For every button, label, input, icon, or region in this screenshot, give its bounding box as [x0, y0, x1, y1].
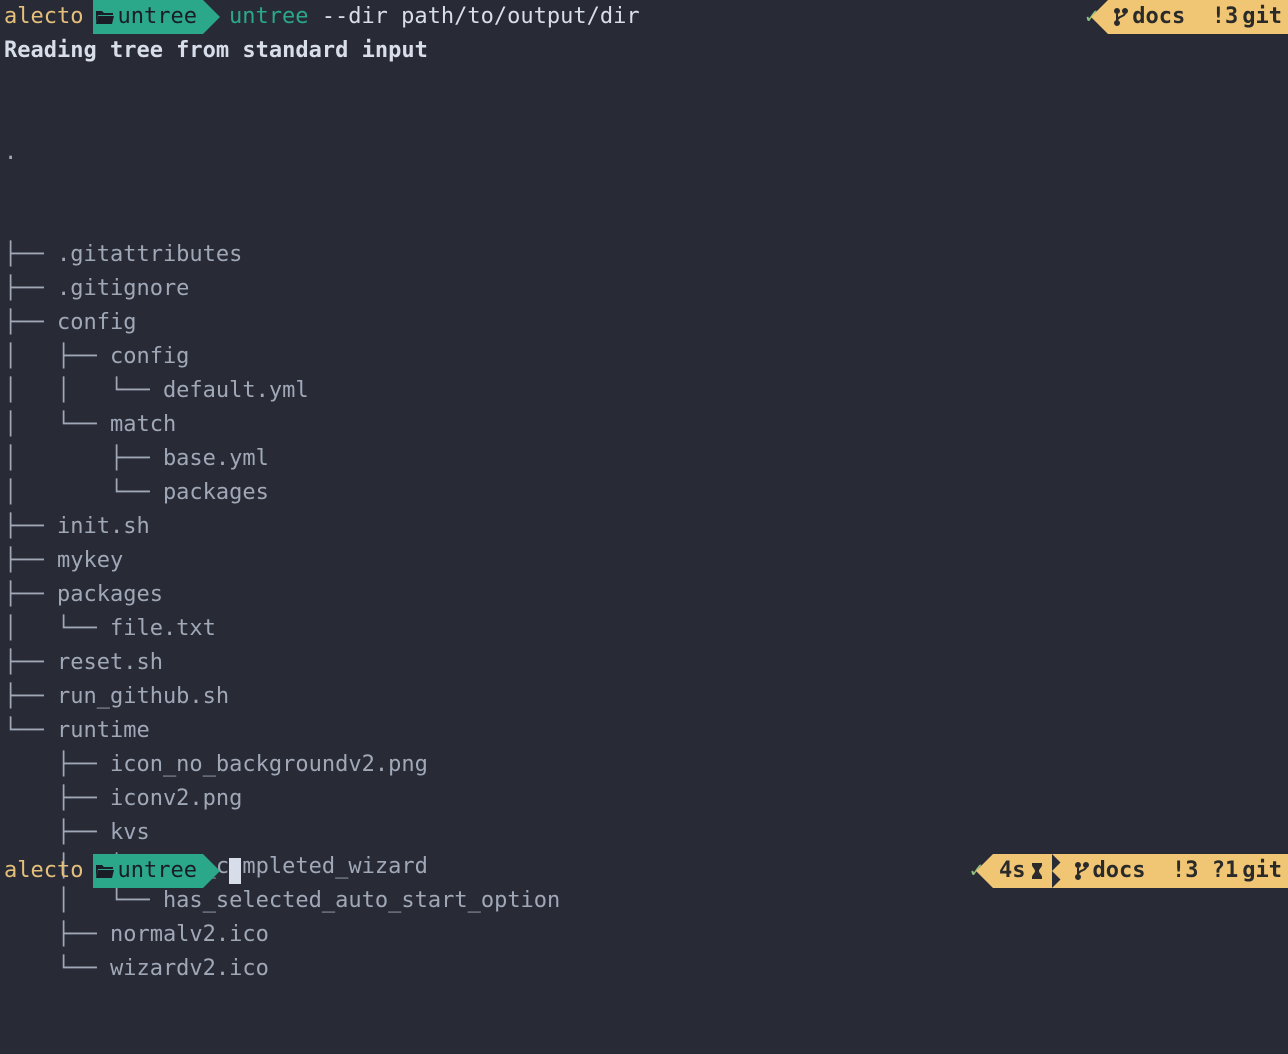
tree-line: ├── packages [4, 578, 1288, 612]
prompt-folder-name: untree [117, 0, 196, 34]
tree-line: ├── kvs [4, 816, 1288, 850]
folder-open-icon [95, 862, 115, 880]
tree-line: ├── iconv2.png [4, 782, 1288, 816]
status-bar-top: ✓ docs !3 git [1075, 0, 1288, 34]
untracked-count: ?1 [1199, 854, 1239, 888]
tree-line: │ │ └── default.yml [4, 374, 1288, 408]
tree-line: │ └── file.txt [4, 612, 1288, 646]
branch-name: docs [1093, 854, 1146, 888]
elapsed-time-badge: 4s [993, 854, 1052, 888]
tree-line: └── runtime [4, 714, 1288, 748]
tree-line: ├── init.sh [4, 510, 1288, 544]
tree-line: │ └── packages [4, 476, 1288, 510]
tree-line: │ ├── base.yml [4, 442, 1288, 476]
folder-open-icon [95, 8, 115, 26]
git-label: git [1238, 854, 1282, 888]
prompt-user: alecto [0, 854, 93, 888]
prompt-folder-segment: untree [93, 854, 202, 888]
git-label: git [1238, 0, 1282, 34]
tree-output: . ├── .gitattributes├── .gitignore├── co… [0, 68, 1288, 1054]
git-branch-icon [1114, 7, 1128, 27]
tree-line: ├── .gitignore [4, 272, 1288, 306]
elapsed-time: 4s [999, 854, 1026, 888]
hourglass-icon [1030, 861, 1044, 881]
command-name: untree [229, 4, 308, 29]
terminal-cursor[interactable] [229, 858, 241, 884]
git-status-bottom: docs !3 ?1 git [1069, 854, 1288, 888]
modified-count: !3 [1146, 854, 1199, 888]
tree-line: └── wizardv2.ico [4, 952, 1288, 986]
tree-line: │ └── has_selected_auto_start_option [4, 884, 1288, 918]
tree-line: │ └── match [4, 408, 1288, 442]
prompt-folder-name: untree [117, 854, 196, 888]
git-branch-icon [1075, 861, 1089, 881]
tree-line: ├── .gitattributes [4, 238, 1288, 272]
command-args: --dir path/to/output/dir [322, 4, 640, 29]
prompt-user: alecto [0, 0, 93, 34]
git-status-top: docs !3 git [1108, 0, 1288, 34]
tree-line: ├── reset.sh [4, 646, 1288, 680]
command-line[interactable]: untree --dir path/to/output/dir [229, 0, 640, 34]
prompt-folder-segment: untree [93, 0, 202, 34]
tree-line: ├── config [4, 306, 1288, 340]
tree-root: . [4, 136, 1288, 170]
prompt-line-bottom: alecto untree [0, 854, 241, 888]
tree-line: │ ├── config [4, 340, 1288, 374]
tree-line: ├── icon_no_backgroundv2.png [4, 748, 1288, 782]
modified-count: !3 [1185, 0, 1238, 34]
tree-line: ├── mykey [4, 544, 1288, 578]
reading-message: Reading tree from standard input [0, 34, 1288, 68]
tree-line: ├── normalv2.ico [4, 918, 1288, 952]
tree-line: ├── run_github.sh [4, 680, 1288, 714]
status-bar-bottom: ✓ 4s docs !3 ?1 git [960, 854, 1288, 888]
branch-name: docs [1132, 0, 1185, 34]
